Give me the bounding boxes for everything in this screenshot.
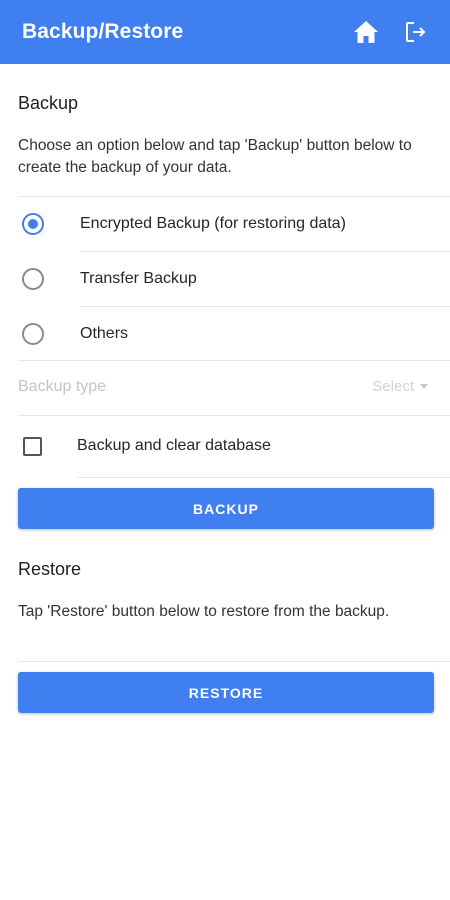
logout-icon	[406, 22, 426, 42]
home-icon	[354, 21, 378, 43]
clear-database-label: Backup and clear database	[77, 437, 271, 454]
restore-section-title: Restore	[18, 559, 82, 579]
backup-type-row: Backup type Select	[0, 361, 450, 415]
restore-description: Tap 'Restore' button below to restore fr…	[18, 603, 390, 620]
home-button[interactable]	[348, 14, 384, 50]
backup-description: Choose an option below and tap 'Backup' …	[18, 137, 412, 176]
option-label: Transfer Backup	[80, 270, 197, 287]
option-others[interactable]: Others	[0, 307, 450, 361]
clear-database-checkbox[interactable]	[23, 437, 42, 456]
option-transfer-backup[interactable]: Transfer Backup	[0, 252, 450, 306]
backup-section-title: Backup	[18, 93, 79, 113]
option-encrypted-backup[interactable]: Encrypted Backup (for restoring data)	[0, 197, 450, 251]
logout-button[interactable]	[398, 14, 434, 50]
caret-down-icon	[420, 384, 428, 389]
radio-button[interactable]	[22, 213, 44, 235]
app-bar: Backup/Restore	[0, 0, 450, 64]
option-label: Encrypted Backup (for restoring data)	[80, 215, 346, 232]
backup-type-value: Select	[372, 378, 414, 395]
divider	[77, 477, 450, 478]
radio-button[interactable]	[22, 323, 44, 345]
backup-type-select[interactable]: Select	[372, 378, 428, 395]
restore-button[interactable]: RESTORE	[18, 672, 434, 713]
backup-button[interactable]: BACKUP	[18, 488, 434, 529]
option-label: Others	[80, 325, 129, 342]
divider	[18, 661, 450, 662]
page-title: Backup/Restore	[22, 20, 184, 43]
radio-button[interactable]	[22, 268, 44, 290]
clear-database-option[interactable]: Backup and clear database	[0, 417, 450, 477]
backup-type-label: Backup type	[18, 378, 107, 395]
divider	[18, 415, 450, 416]
